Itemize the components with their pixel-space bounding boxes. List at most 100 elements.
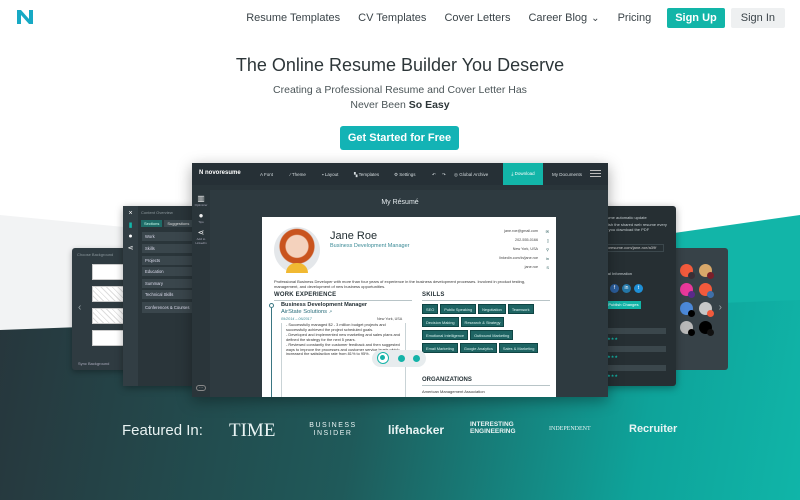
- nav-career-blog[interactable]: Career Blog ⌄: [528, 12, 599, 24]
- facebook-icon[interactable]: f: [610, 284, 619, 293]
- chevron-down-icon: ⌄: [591, 13, 600, 24]
- editor-brand-label: novoresume: [205, 170, 241, 176]
- resume-name[interactable]: Jane Roe: [330, 230, 377, 242]
- share-icon[interactable]: ⋖: [192, 228, 210, 237]
- toolbar-settings[interactable]: ⚙ Settings: [394, 172, 416, 178]
- hero-title: The Online Resume Builder You Deserve: [235, 55, 565, 75]
- carousel-dot-active[interactable]: [377, 352, 389, 364]
- skills-heading: SKILLS: [422, 292, 445, 298]
- job-company[interactable]: AirState Solutions ↗: [281, 309, 332, 315]
- timeline-line: [271, 308, 272, 397]
- toolbar-layout[interactable]: ▪ Layout: [322, 172, 338, 177]
- contact-location[interactable]: New York, USA: [513, 247, 538, 251]
- hero-subtitle: Creating a Professional Resume and Cover…: [0, 83, 800, 113]
- skill-chip[interactable]: Email Marketing: [422, 343, 458, 353]
- job-location[interactable]: New York, USA: [377, 317, 402, 321]
- more-options-icon[interactable]: ···: [196, 385, 206, 391]
- section-item[interactable]: Projects: [142, 256, 195, 265]
- color-swatch[interactable]: [699, 264, 714, 279]
- nav-cv-templates[interactable]: CV Templates: [358, 12, 426, 24]
- settings-panel: Resume automatic update Publish the shar…: [596, 206, 676, 386]
- linkedin-icon[interactable]: in: [622, 284, 631, 293]
- my-documents-link[interactable]: My Documents: [552, 172, 582, 177]
- skill-chip[interactable]: Decision Making: [422, 317, 459, 327]
- skill-row[interactable]: [598, 346, 666, 352]
- redo-icon[interactable]: ↷: [442, 172, 446, 178]
- optimizer-icon[interactable]: ▮: [123, 221, 138, 229]
- sign-in-button[interactable]: Sign In: [730, 8, 785, 28]
- color-swatch[interactable]: [699, 283, 714, 298]
- divider: [422, 300, 550, 301]
- hero-subtitle-pre: Never Been: [350, 99, 409, 111]
- organization-item[interactable]: American Management Association: [422, 389, 485, 394]
- twitter-icon[interactable]: t: [634, 284, 643, 293]
- section-item[interactable]: Work: [142, 232, 195, 241]
- undo-icon[interactable]: ↶: [432, 172, 436, 178]
- nav-pricing[interactable]: Pricing: [618, 12, 652, 24]
- contact-phone[interactable]: 202-555-0166: [515, 238, 538, 242]
- skill-chip[interactable]: Sales & Marketing: [498, 343, 539, 353]
- skill-row[interactable]: [598, 328, 666, 334]
- section-item[interactable]: Technical Skills: [142, 290, 195, 299]
- resume-role[interactable]: Business Development Manager: [330, 243, 410, 249]
- section-item[interactable]: Education: [142, 267, 195, 276]
- skill-chip[interactable]: Google Analytics: [459, 343, 497, 353]
- lightbulb-icon[interactable]: ●: [192, 211, 210, 220]
- chevron-right-icon[interactable]: ›: [719, 302, 722, 313]
- contact-email[interactable]: jane.roe@gmail.com: [504, 229, 538, 233]
- share-icon[interactable]: ⋖: [123, 244, 138, 252]
- contact-skype[interactable]: jane.roe: [525, 265, 538, 269]
- publish-changes-button[interactable]: Publish Changes: [606, 301, 641, 309]
- close-icon[interactable]: ×: [123, 210, 138, 217]
- color-swatch[interactable]: [680, 321, 695, 336]
- email-icon: ✉: [545, 229, 549, 234]
- color-swatch[interactable]: [680, 264, 695, 279]
- carousel-dot[interactable]: [413, 355, 420, 362]
- resume-paper[interactable]: Jane Roe Business Development Manager ja…: [262, 217, 556, 397]
- color-swatch[interactable]: [699, 321, 714, 336]
- bullet-text: Successfully managed $2 - 3 million budg…: [286, 322, 386, 332]
- contact-linkedin[interactable]: linkedin.com/in/jane.roe: [499, 256, 538, 260]
- section-item[interactable]: Summary: [142, 279, 195, 288]
- tab-sections[interactable]: Sections: [141, 220, 163, 227]
- skill-chip[interactable]: Negotiation: [478, 304, 506, 314]
- carousel-dot[interactable]: [398, 355, 405, 362]
- logo-business-insider: BUSINESS INSIDER: [309, 422, 357, 437]
- novoresume-logo-icon[interactable]: [16, 9, 34, 25]
- color-swatch[interactable]: [680, 302, 695, 317]
- chevron-left-icon[interactable]: ‹: [78, 302, 81, 313]
- toolbar-layout-label: Layout: [324, 172, 339, 177]
- skill-chip[interactable]: SEO: [422, 304, 439, 314]
- skill-chip[interactable]: Teamwork: [507, 304, 534, 314]
- skill-chip[interactable]: Research & Strategy: [460, 317, 505, 327]
- nav-cover-letters[interactable]: Cover Letters: [444, 12, 510, 24]
- skill-chip[interactable]: Emotional Intelligence: [422, 330, 469, 340]
- download-button[interactable]: ⤓ Download: [503, 163, 543, 185]
- section-item[interactable]: Skills: [142, 244, 195, 253]
- color-swatch[interactable]: [680, 283, 695, 298]
- rail-linkedin-label: Add to LinkedIn: [195, 237, 207, 245]
- get-started-button[interactable]: Get Started for Free: [340, 126, 459, 150]
- section-item[interactable]: Conferences & Courses: [142, 302, 195, 313]
- nav-resume-templates[interactable]: Resume Templates: [246, 12, 340, 24]
- lightbulb-icon[interactable]: ●: [123, 233, 138, 240]
- tab-suggestions[interactable]: Suggestions: [164, 220, 193, 227]
- sync-background-toggle[interactable]: Sync Background: [78, 361, 109, 366]
- skill-row[interactable]: [598, 365, 666, 371]
- toolbar-font-label: Font: [264, 172, 274, 177]
- hamburger-menu-icon[interactable]: [590, 170, 601, 177]
- phone-icon: ▯: [546, 238, 549, 243]
- profile-photo[interactable]: [274, 227, 320, 273]
- resume-summary[interactable]: Professional Business Developer with mor…: [274, 279, 549, 289]
- job-dates[interactable]: 09/2014 – 06/2017: [281, 317, 312, 321]
- toolbar-theme[interactable]: ⁄ Theme: [290, 172, 306, 177]
- sign-up-button[interactable]: Sign Up: [667, 8, 725, 28]
- toolbar-global-archive[interactable]: ◎ Global Archive: [454, 172, 488, 178]
- color-swatch[interactable]: [699, 302, 714, 317]
- editor-brand: N novoresume: [199, 170, 241, 176]
- toolbar-font[interactable]: A Font: [260, 172, 273, 177]
- skill-chip[interactable]: Public Speaking: [440, 304, 477, 314]
- toolbar-templates[interactable]: ▚ Templates: [354, 172, 379, 178]
- job-title[interactable]: Business Development Manager: [281, 302, 367, 308]
- skill-chip[interactable]: Outbound Marketing: [470, 330, 514, 340]
